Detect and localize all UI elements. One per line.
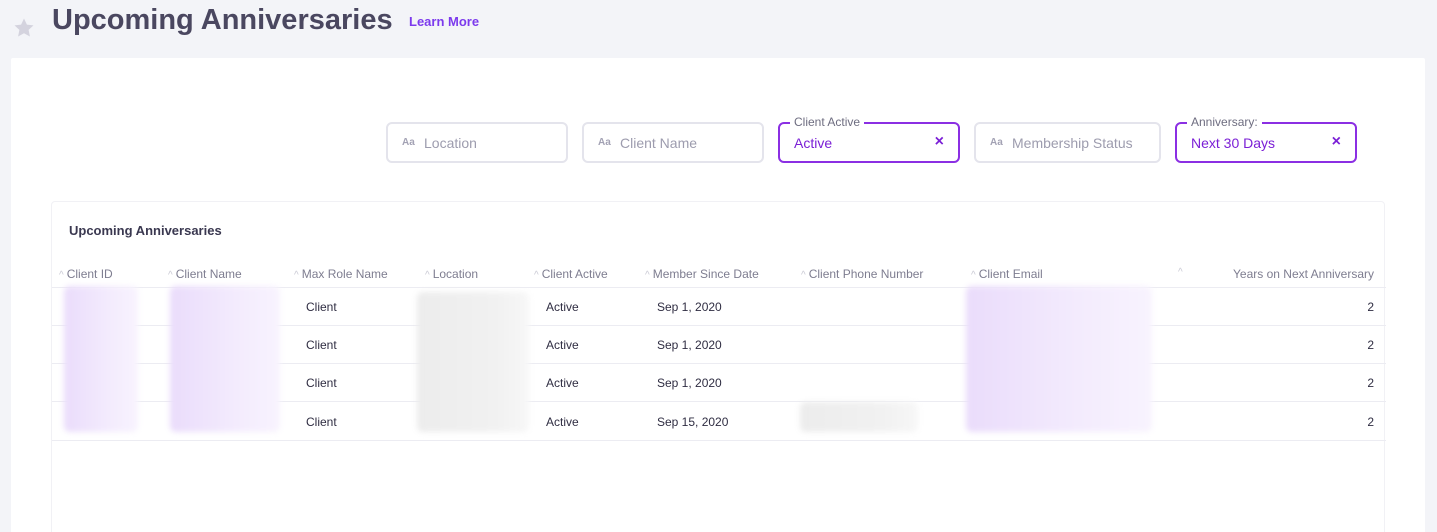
column-header-max-role-name[interactable]: ^ Max Role Name [294, 267, 388, 281]
redacted-location [417, 292, 529, 432]
membership-status-filter[interactable]: Aa Membership Status [974, 122, 1161, 163]
table-title: Upcoming Anniversaries [69, 223, 222, 238]
client-name-filter-placeholder: Client Name [620, 135, 698, 151]
cell-years: 2 [1367, 338, 1374, 352]
cell-years: 2 [1367, 415, 1374, 429]
anniversaries-table-card: Upcoming Anniversaries ^ Client ID ^ Clien… [51, 201, 1386, 532]
column-header-member-since-date[interactable]: ^ Member Since Date [645, 267, 759, 281]
sort-caret-icon[interactable]: ^ [1178, 267, 1183, 278]
redacted-client-name [170, 286, 280, 432]
column-header-client-id[interactable]: ^ Client ID [59, 267, 113, 281]
report-panel: Aa Location Aa Client Name Client Active… [11, 58, 1425, 532]
location-filter-placeholder: Location [424, 135, 477, 151]
client-active-filter-label: Client Active [790, 115, 865, 129]
column-header-client-phone-number[interactable]: ^ Client Phone Number [801, 267, 923, 281]
column-header-client-name[interactable]: ^ Client Name [168, 267, 242, 281]
page-header: Upcoming Anniversaries Learn More [0, 0, 1437, 58]
sort-caret-icon: ^ [294, 270, 299, 281]
cell-member-since: Sep 1, 2020 [657, 376, 722, 390]
page-title: Upcoming Anniversaries [52, 4, 393, 36]
cell-client-active: Active [546, 415, 579, 429]
cell-role: Client [306, 415, 337, 429]
sort-caret-icon: ^ [168, 270, 173, 281]
learn-more-link[interactable]: Learn More [409, 14, 479, 29]
cell-client-active: Active [546, 300, 579, 314]
sort-caret-icon: ^ [425, 270, 430, 281]
cell-member-since: Sep 1, 2020 [657, 300, 722, 314]
sort-caret-icon: ^ [534, 270, 539, 281]
column-header-years-on-next-anniversary[interactable]: Years on Next Anniversary [1233, 267, 1374, 281]
cell-years: 2 [1367, 300, 1374, 314]
cell-role: Client [306, 338, 337, 352]
anniversary-filter-value: Next 30 Days [1191, 135, 1276, 151]
cell-role: Client [306, 376, 337, 390]
sort-caret-icon: ^ [645, 270, 650, 281]
row-divider [52, 440, 1386, 441]
cell-years: 2 [1367, 376, 1374, 390]
text-filter-icon: Aa [990, 137, 1003, 148]
cell-member-since: Sep 1, 2020 [657, 338, 722, 352]
column-header-client-email[interactable]: ^ Client Email [971, 267, 1043, 281]
close-icon[interactable]: × [1332, 133, 1341, 151]
anniversary-filter[interactable]: Anniversary: Next 30 Days × [1175, 115, 1357, 163]
membership-status-filter-placeholder: Membership Status [1012, 135, 1133, 151]
column-header-client-active[interactable]: ^ Client Active [534, 267, 608, 281]
column-header-location[interactable]: ^ Location [425, 267, 478, 281]
cell-client-active: Active [546, 338, 579, 352]
client-active-filter-value: Active [794, 135, 833, 151]
sort-caret-icon: ^ [59, 270, 64, 281]
redacted-client-email [966, 286, 1152, 432]
cell-role: Client [306, 300, 337, 314]
anniversary-filter-label: Anniversary: [1187, 115, 1262, 129]
star-icon[interactable] [12, 16, 36, 40]
text-filter-icon: Aa [598, 137, 611, 148]
redacted-phone-number [800, 402, 918, 432]
sort-caret-icon: ^ [801, 270, 806, 281]
redacted-client-id [64, 286, 138, 432]
text-filter-icon: Aa [402, 137, 415, 148]
cell-client-active: Active [546, 376, 579, 390]
location-filter[interactable]: Aa Location [386, 122, 568, 163]
cell-member-since: Sep 15, 2020 [657, 415, 729, 429]
client-name-filter[interactable]: Aa Client Name [582, 122, 764, 163]
sort-caret-icon: ^ [971, 270, 976, 281]
close-icon[interactable]: × [935, 133, 944, 151]
client-active-filter[interactable]: Client Active Active × [778, 115, 960, 163]
